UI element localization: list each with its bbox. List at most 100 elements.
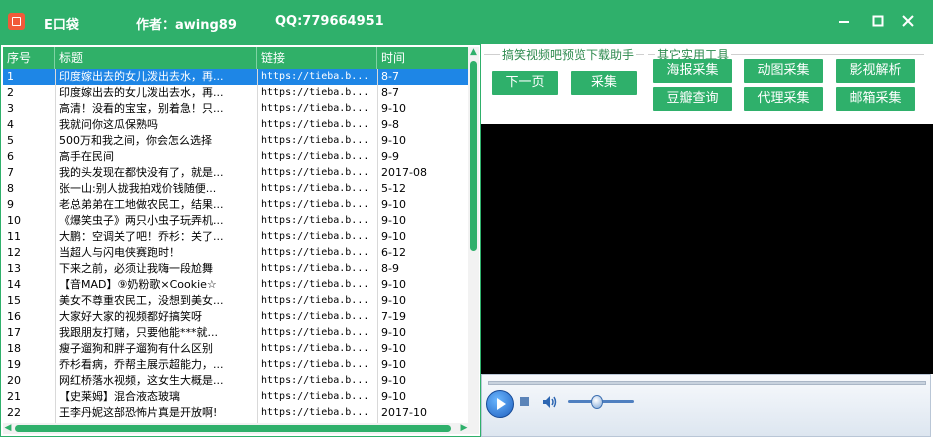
author-label: 作者：awing89 xyxy=(136,18,237,33)
table-row[interactable]: 8 张一山:别人拢我拍戏价钱随便... https://tieba.b... 5-12 xyxy=(3,181,468,197)
row-link: https://tieba.b... xyxy=(261,375,370,386)
seek-bar[interactable] xyxy=(488,381,926,385)
row-time: 2017-08 xyxy=(381,166,427,179)
row-number: 19 xyxy=(7,358,21,371)
column-header-number[interactable]: 序号 xyxy=(3,47,55,69)
row-link: https://tieba.b... xyxy=(261,215,370,226)
row-number: 15 xyxy=(7,294,21,307)
table-row[interactable]: 6 高手在民间 https://tieba.b... 9-9 xyxy=(3,149,468,165)
table-row[interactable]: 3 高清！没看的宝宝，别着急！只... https://tieba.b... 9-10 xyxy=(3,101,468,117)
table-row[interactable]: 18 瘦子遛狗和胖子遛狗有什么区别 https://tieba.b... 9-10 xyxy=(3,341,468,357)
horizontal-scrollbar[interactable]: ◀ ▶ xyxy=(3,423,479,434)
row-number: 18 xyxy=(7,342,21,355)
maximize-icon[interactable] xyxy=(866,10,890,34)
table-row[interactable]: 7 我的头发现在都快没有了，就是... https://tieba.b... 2017… xyxy=(3,165,468,181)
row-link: https://tieba.b... xyxy=(261,295,370,306)
row-number: 21 xyxy=(7,390,21,403)
vertical-scrollbar[interactable]: ▲ xyxy=(468,47,479,423)
table-row[interactable]: 5 500万和我之间，你会怎么选择 https://tieba.b... 9-10 xyxy=(3,133,468,149)
volume-slider-thumb[interactable] xyxy=(590,395,603,409)
table-row[interactable]: 19 乔杉看病，乔帮主展示超能力，... https://tieba.b... 9-1… xyxy=(3,357,468,373)
row-time: 9-10 xyxy=(381,294,406,307)
row-title: 【音MAD】⑨奶粉歌×Cookie☆ xyxy=(59,278,217,291)
douban-search-button[interactable]: 豆瓣查询 xyxy=(653,87,732,111)
row-title: 500万和我之间，你会怎么选择 xyxy=(59,134,212,147)
row-number: 7 xyxy=(7,166,14,179)
minimize-icon[interactable] xyxy=(832,10,856,34)
qq-label: QQ:779664951 xyxy=(275,14,384,29)
table-row[interactable]: 15 美女不尊重农民工，没想到美女... https://tieba.b... 9-1… xyxy=(3,293,468,309)
scroll-left-icon[interactable]: ◀ xyxy=(3,423,13,434)
row-title: 印度嫁出去的女儿泼出去水，再... xyxy=(59,86,224,99)
row-title: 老总弟弟在工地做农民工，结果... xyxy=(59,198,224,211)
gif-collect-button[interactable]: 动图采集 xyxy=(744,59,823,83)
vertical-scroll-thumb[interactable] xyxy=(470,61,477,251)
stop-icon[interactable] xyxy=(520,397,529,406)
row-title: 王李丹妮这部恐怖片真是开放啊! xyxy=(59,406,218,419)
table-row[interactable]: 20 网红桥落水视频，这女生大概是... https://tieba.b... 9-1… xyxy=(3,373,468,389)
row-time: 9-8 xyxy=(381,118,399,131)
next-page-button[interactable]: 下一页 xyxy=(492,71,558,95)
table-row[interactable]: 14 【音MAD】⑨奶粉歌×Cookie☆ https://tieba.b... 9-… xyxy=(3,277,468,293)
table-row[interactable]: 21 【史莱姆】混合液态玻璃 https://tieba.b... 9-10 xyxy=(3,389,468,405)
row-link: https://tieba.b... xyxy=(261,151,370,162)
table-row[interactable]: 11 大鹏：空调关了吧！乔杉：关了... https://tieba.b... 9-1… xyxy=(3,229,468,245)
collect-button[interactable]: 采集 xyxy=(571,71,637,95)
table-row[interactable]: 12 当超人与闪电侠赛跑时！ https://tieba.b... 6-12 xyxy=(3,245,468,261)
app-icon xyxy=(8,13,25,30)
row-time: 9-10 xyxy=(381,278,406,291)
row-link: https://tieba.b... xyxy=(261,135,370,146)
row-title: 张一山:别人拢我拍戏价钱随便... xyxy=(59,182,217,195)
row-time: 9-10 xyxy=(381,326,406,339)
table-row[interactable]: 9 老总弟弟在工地做农民工，结果... https://tieba.b... 9-10 xyxy=(3,197,468,213)
scroll-right-icon[interactable]: ▶ xyxy=(459,423,469,434)
row-title: 高手在民间 xyxy=(59,150,114,163)
proxy-collect-button[interactable]: 代理采集 xyxy=(744,87,823,111)
row-time: 9-10 xyxy=(381,230,406,243)
column-header-link[interactable]: 链接 xyxy=(257,47,377,69)
row-time: 9-10 xyxy=(381,102,406,115)
row-link: https://tieba.b... xyxy=(261,343,370,354)
row-number: 11 xyxy=(7,230,21,243)
table-row[interactable]: 4 我就问你这瓜保熟吗 https://tieba.b... 9-8 xyxy=(3,117,468,133)
poster-collect-button[interactable]: 海报采集 xyxy=(653,59,732,83)
row-title: 《爆笑虫子》两只小虫子玩弄机... xyxy=(59,214,224,227)
table-row[interactable]: 16 大家好大家的视频都好搞笑呀 https://tieba.b... 7-19 xyxy=(3,309,468,325)
row-title: 美女不尊重农民工，没想到美女... xyxy=(59,294,224,307)
column-header-title[interactable]: 标题 xyxy=(55,47,257,69)
row-number: 12 xyxy=(7,246,21,259)
table-row[interactable]: 1 印度嫁出去的女儿泼出去水，再... https://tieba.b... 8-7 xyxy=(3,69,468,85)
row-link: https://tieba.b... xyxy=(261,359,370,370)
row-title: 乔杉看病，乔帮主展示超能力，... xyxy=(59,358,224,371)
row-time: 9-10 xyxy=(381,198,406,211)
email-collect-button[interactable]: 邮箱采集 xyxy=(836,87,915,111)
row-time: 9-10 xyxy=(381,358,406,371)
scroll-up-icon[interactable]: ▲ xyxy=(468,47,479,57)
row-time: 9-10 xyxy=(381,214,406,227)
row-link: https://tieba.b... xyxy=(261,407,370,418)
video-parse-button[interactable]: 影视解析 xyxy=(836,59,915,83)
column-divider xyxy=(377,69,378,425)
table-row[interactable]: 2 印度嫁出去的女儿泼出去水，再... https://tieba.b... 8-7 xyxy=(3,85,468,101)
column-divider xyxy=(55,69,56,425)
video-display[interactable] xyxy=(481,124,933,374)
row-time: 2017-10 xyxy=(381,406,427,419)
table-row[interactable]: 22 王李丹妮这部恐怖片真是开放啊! https://tieba.b... 2017-… xyxy=(3,405,468,421)
row-title: 我就问你这瓜保熟吗 xyxy=(59,118,158,131)
row-link: https://tieba.b... xyxy=(261,263,370,274)
table-row[interactable]: 17 我跟朋友打赌，只要他能***就... https://tieba.b... 9-… xyxy=(3,325,468,341)
row-time: 5-12 xyxy=(381,182,406,195)
table-row[interactable]: 13 下来之前，必须让我嗨一段尬舞 https://tieba.b... 8-9 xyxy=(3,261,468,277)
row-number: 5 xyxy=(7,134,14,147)
row-time: 9-10 xyxy=(381,390,406,403)
row-time: 8-7 xyxy=(381,86,399,99)
table-row[interactable]: 10 《爆笑虫子》两只小虫子玩弄机... https://tieba.b... 9-1… xyxy=(3,213,468,229)
close-icon[interactable] xyxy=(896,10,920,34)
media-player-controls xyxy=(481,374,931,437)
play-icon[interactable] xyxy=(486,390,514,418)
app-title: E口袋 xyxy=(44,18,79,33)
volume-icon[interactable] xyxy=(542,395,558,409)
column-header-time[interactable]: 时间 xyxy=(377,47,468,69)
horizontal-scroll-thumb[interactable] xyxy=(15,425,451,432)
row-number: 6 xyxy=(7,150,14,163)
